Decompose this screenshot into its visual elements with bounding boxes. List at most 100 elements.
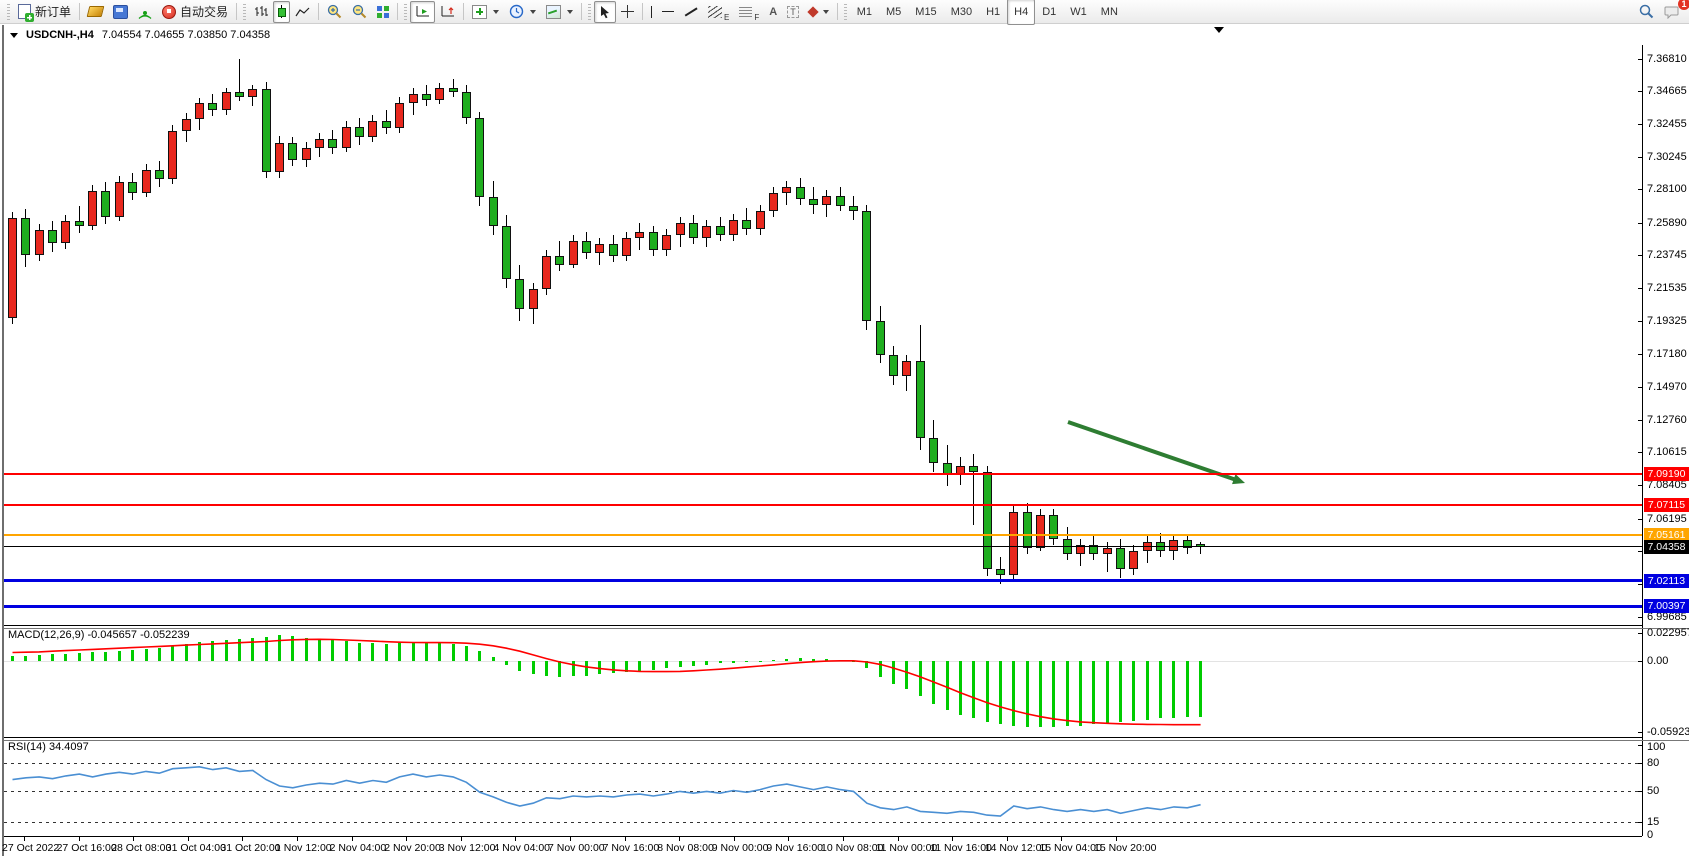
macd-histogram-bar [772,660,775,661]
price-level-badge: 7.07115 [1644,498,1689,512]
horizontal-line-button[interactable] [657,1,679,23]
candle [208,103,217,111]
rsi-panel-top-border [4,740,1689,741]
fibonacci-icon [739,6,752,17]
zoom-in-icon [327,4,342,19]
fibonacci-button[interactable]: F [734,1,764,23]
price-level-line[interactable] [4,534,1642,536]
chart-collapse-icon[interactable] [10,33,18,38]
macd-histogram-bar [972,661,975,718]
timeframe-m1-button[interactable]: M1 [850,0,879,25]
macd-histogram-bar [892,661,895,684]
price-level-line[interactable] [4,473,1642,475]
vertical-line-button[interactable] [646,1,657,23]
candlestick-chart-button[interactable] [273,1,290,23]
templates-icon [546,5,561,19]
candle [1129,551,1138,569]
macd-histogram-bar [825,659,828,661]
time-axis-label: 1 Nov 12:00 [275,842,332,854]
macd-histogram-bar [505,661,508,665]
candle [1023,512,1032,548]
rsi-tick-mark [1638,745,1642,746]
tile-windows-button[interactable] [372,1,394,23]
macd-histogram-bar [665,661,668,668]
auto-trading-button[interactable]: 自动交易 [157,1,233,23]
candle [275,143,284,172]
text-label-button[interactable]: T [782,1,804,23]
candle [1036,515,1045,548]
price-tick-label: 7.10615 [1647,446,1687,458]
time-tick-mark [515,837,516,841]
chart-shift-button[interactable] [435,1,460,23]
price-tick-label: 7.21535 [1647,282,1687,294]
crosshair-button[interactable] [616,1,639,23]
terminal-button[interactable] [108,1,133,23]
price-level-line[interactable] [4,504,1642,506]
timeframe-h4-button[interactable]: H4 [1007,0,1035,25]
time-tick-mark [133,837,134,841]
macd-histogram-bar [532,661,535,674]
templates-button[interactable] [541,1,578,23]
zoom-in-button[interactable] [322,1,347,23]
rsi-level-dashed-line [4,763,1642,764]
time-axis-label: 14 Nov 12:00 [985,842,1047,854]
macd-histogram-bar [959,661,962,715]
price-tick-mark [1638,387,1642,388]
auto-scroll-button[interactable] [410,1,435,23]
price-tick-mark [1638,124,1642,125]
timeframe-m5-button[interactable]: M5 [879,0,908,25]
candle [676,223,685,235]
trendline-button[interactable] [679,1,703,23]
price-level-line[interactable] [4,605,1642,608]
chart-symbol-label: USDCNH-,H4 [26,29,94,41]
timeframe-m15-button[interactable]: M15 [908,0,943,25]
price-tick-mark [1638,551,1642,552]
bar-chart-button[interactable] [249,1,273,23]
time-tick-mark [679,837,680,841]
candle [195,103,204,120]
time-axis-label: 10 Nov 08:00 [821,842,883,854]
cursor-button[interactable] [594,1,616,23]
price-level-badge: 7.02113 [1644,574,1689,588]
search-button[interactable] [1634,1,1659,23]
line-chart-button[interactable] [290,1,315,23]
market-watch-button[interactable] [83,1,108,23]
candle [983,472,992,568]
price-level-badge: 7.09190 [1644,467,1689,481]
time-tick-mark [242,837,243,841]
timeframe-d1-button[interactable]: D1 [1035,0,1063,25]
timeframe-w1-button[interactable]: W1 [1063,0,1094,25]
candle-wick [79,206,80,233]
rsi-tick-mark [1638,763,1642,764]
macd-histogram-bar [839,660,842,661]
price-tick-label: 7.19325 [1647,315,1687,327]
timeframe-h1-button[interactable]: H1 [979,0,1007,25]
macd-histogram-bar [238,639,241,661]
timeframe-m30-button[interactable]: M30 [944,0,979,25]
time-axis-label: 7 Nov 16:00 [603,842,660,854]
candle [529,289,538,309]
timeframe-mn-button[interactable]: MN [1094,0,1125,25]
chart-menu-arrow-icon[interactable] [1214,27,1224,33]
new-order-button[interactable]: 新订单 [13,1,76,23]
price-level-line[interactable] [4,546,1642,547]
macd-histogram-bar [625,661,628,672]
periods-button[interactable] [504,1,541,23]
time-tick-mark [1007,837,1008,841]
notifications-button[interactable]: 1 [1659,1,1685,23]
text-button[interactable]: A [764,1,782,23]
price-tick-mark [1638,321,1642,322]
macd-histogram-bar [425,642,428,661]
price-level-line[interactable] [4,579,1642,582]
signals-button[interactable] [133,1,157,23]
macd-histogram-bar [1052,661,1055,727]
equidistant-channel-button[interactable]: E [703,1,734,23]
indicators-button[interactable] [467,1,504,23]
zoom-out-button[interactable] [347,1,372,23]
macd-histogram-bar [799,658,802,661]
bar-chart-icon [254,5,268,18]
arrows-button[interactable] [804,1,834,23]
price-tick-mark [1638,255,1642,256]
new-order-label: 新订单 [35,3,71,20]
time-tick-mark [79,837,80,841]
